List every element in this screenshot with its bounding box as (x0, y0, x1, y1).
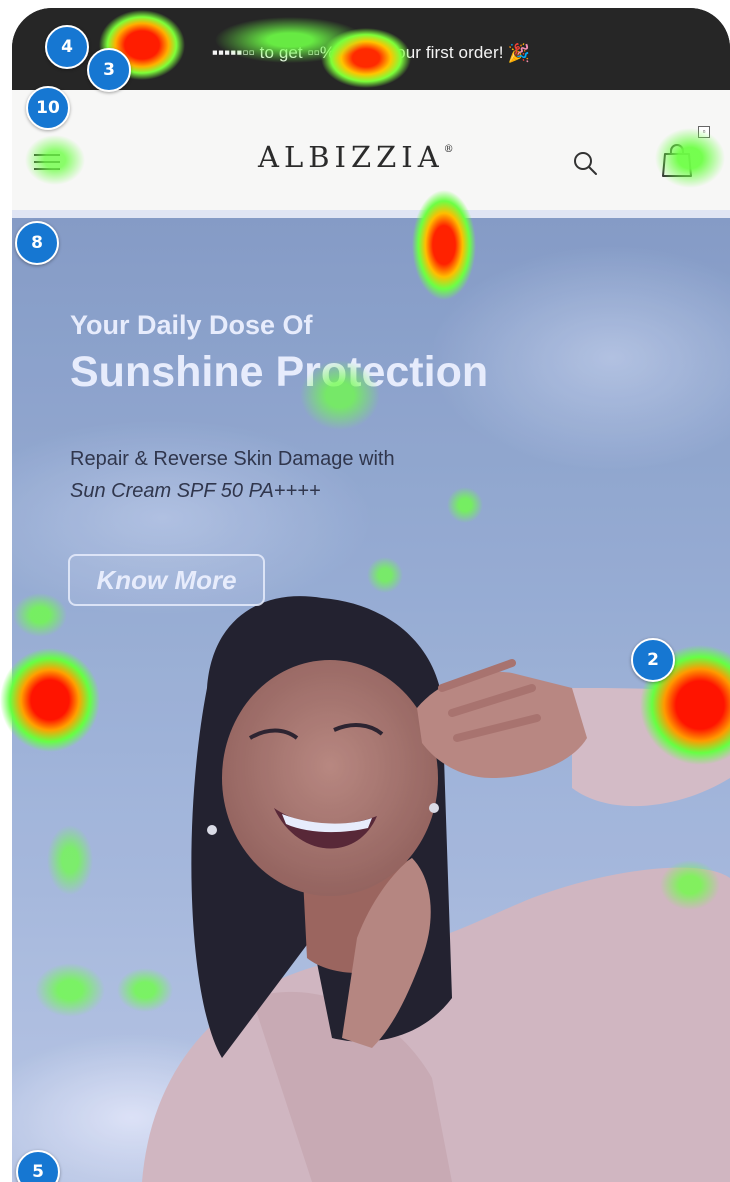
heatmap-marker-4[interactable]: 4 (45, 25, 89, 69)
hero-description: Repair & Reverse Skin Damage with (70, 448, 395, 470)
heatmap-marker-3[interactable]: 3 (87, 48, 131, 92)
masked-percent: ▫▫% (307, 43, 336, 62)
hero-banner: Your Daily Dose Of Sunshine Protection R… (12, 218, 730, 1182)
registered-mark: ® (443, 144, 454, 156)
site-header: ALBIZZIA® ▫ (12, 90, 730, 218)
announcement-text-1: to get (259, 43, 303, 62)
know-more-button[interactable]: Know More (68, 554, 265, 606)
masked-code: ▪▪▪▪▪▫▫ (211, 43, 255, 62)
phone-frame: ▪▪▪▪▪▫▫ to get ▫▫% off on your first ord… (12, 8, 730, 1182)
cart-count-badge: ▫ (698, 126, 710, 138)
party-popper-icon: 🎉 (507, 42, 531, 63)
hero-product-name: Sun Cream SPF 50 PA++++ (70, 480, 321, 502)
heatmap-marker-10[interactable]: 10 (26, 86, 70, 130)
heatmap-marker-8[interactable]: 8 (15, 221, 59, 265)
search-icon[interactable] (572, 150, 598, 176)
announcement-text-2: off on your first order! (339, 43, 504, 62)
hero-title: Sunshine Protection (70, 348, 489, 396)
hero-subtitle: Your Daily Dose Of (70, 310, 313, 340)
shopping-bag-icon[interactable] (660, 142, 694, 178)
brand-logo[interactable]: ALBIZZIA® (258, 140, 454, 174)
heatmap-marker-2[interactable]: 2 (631, 638, 675, 682)
menu-icon[interactable] (34, 152, 60, 172)
logo-text: ALBIZZIA (258, 140, 444, 174)
